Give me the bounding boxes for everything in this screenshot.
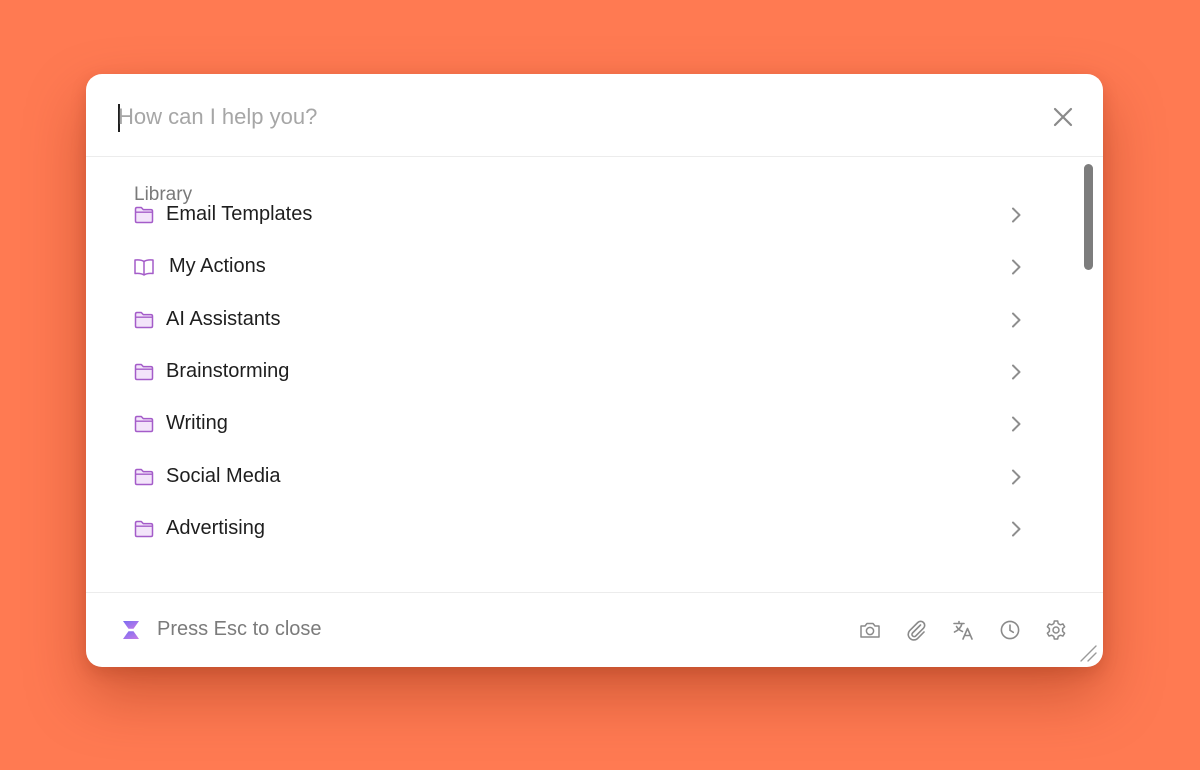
library-item-label: My Actions <box>169 255 266 277</box>
library-item-advertising[interactable]: Advertising <box>116 506 1046 552</box>
folder-icon <box>134 468 154 486</box>
library-item-label: AI Assistants <box>166 308 281 330</box>
library-item-social-media[interactable]: Social Media <box>116 454 1046 500</box>
settings-button[interactable] <box>1044 618 1068 642</box>
settings-icon <box>1046 620 1066 640</box>
close-hint: Press Esc to close <box>157 618 322 640</box>
folder-icon <box>134 311 154 329</box>
library-item-label: Social Media <box>166 465 281 487</box>
close-icon <box>1053 107 1073 127</box>
library-item-label: Email Templates <box>166 203 313 225</box>
search-bar <box>86 74 1103 157</box>
library-item-label: Writing <box>166 412 228 434</box>
book-icon <box>134 259 154 276</box>
chevron-right-icon <box>1012 259 1021 275</box>
resize-handle-icon[interactable] <box>1078 643 1098 663</box>
library-item-writing[interactable]: Writing <box>116 401 1046 447</box>
search-input[interactable] <box>118 98 1018 136</box>
chevron-right-icon <box>1012 364 1021 380</box>
footer-bar: Press Esc to close <box>86 592 1103 667</box>
library-item-email-templates[interactable]: Email Templates <box>116 192 1046 238</box>
library-item-brainstorming[interactable]: Brainstorming <box>116 349 1046 395</box>
command-palette-window: Library Email Templates My Actions AI As… <box>86 74 1103 667</box>
library-item-ai-assistants[interactable]: AI Assistants <box>116 297 1046 343</box>
camera-button[interactable] <box>858 618 882 642</box>
translate-icon <box>953 620 973 640</box>
chevron-right-icon <box>1012 207 1021 223</box>
chevron-right-icon <box>1012 469 1021 485</box>
chevron-right-icon <box>1012 416 1021 432</box>
chevron-right-icon <box>1012 312 1021 328</box>
folder-icon <box>134 206 154 224</box>
paperclip-icon <box>907 620 926 641</box>
chevron-right-icon <box>1012 521 1021 537</box>
folder-icon <box>134 363 154 381</box>
folder-icon <box>134 415 154 433</box>
app-logo-icon <box>123 621 139 639</box>
attach-button[interactable] <box>904 618 928 642</box>
library-item-my-actions[interactable]: My Actions <box>116 244 1046 290</box>
library-item-label: Advertising <box>166 517 265 539</box>
camera-icon <box>860 622 880 638</box>
folder-icon <box>134 520 154 538</box>
translate-button[interactable] <box>951 618 975 642</box>
history-button[interactable] <box>998 618 1022 642</box>
close-button[interactable] <box>1048 102 1078 132</box>
history-icon <box>1000 620 1020 640</box>
library-item-label: Brainstorming <box>166 360 290 382</box>
library-panel: Library Email Templates My Actions AI As… <box>86 158 1103 592</box>
scrollbar-thumb[interactable] <box>1084 164 1093 270</box>
